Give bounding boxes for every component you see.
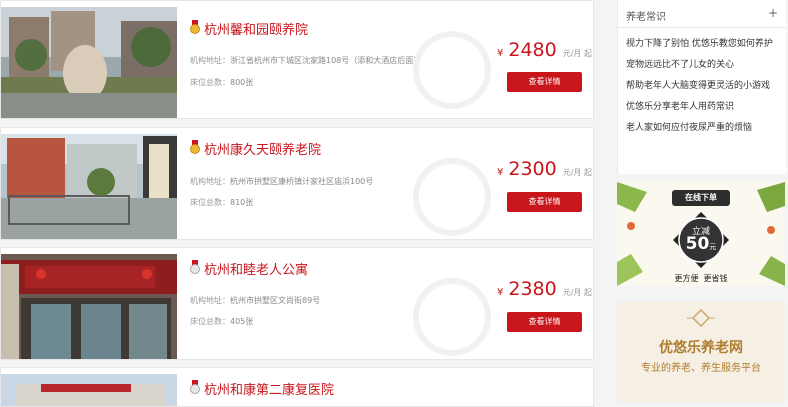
listing-price: ¥2480 元/月 起 bbox=[497, 39, 592, 61]
divider bbox=[618, 27, 786, 28]
listing-beds: 床位总数：800张 bbox=[190, 78, 254, 87]
view-details-button[interactable]: 查看详情 bbox=[507, 192, 582, 212]
view-details-button[interactable]: 查看详情 bbox=[507, 72, 582, 92]
listing-thumbnail[interactable] bbox=[1, 7, 177, 118]
listing-title[interactable]: 杭州和康第二康复医院 bbox=[204, 379, 334, 398]
brand-ad[interactable]: 优悠乐养老网 专业的养老、养生服务平台 bbox=[617, 302, 785, 402]
listing-address: 机构地址：杭州市拱墅区康桥镇计家社区庙浜100号 bbox=[190, 177, 374, 186]
listing-photo bbox=[1, 7, 177, 118]
listing-price: ¥ bbox=[497, 399, 508, 406]
listing-card[interactable]: 杭州馨和园颐养院 机构地址：浙江省杭州市下城区沈家路108号（添和大酒店后面） … bbox=[0, 0, 594, 119]
knowledge-link[interactable]: 老人家如何应付夜尿严重的烦恼 bbox=[626, 122, 780, 134]
listing-title[interactable]: 杭州和睦老人公寓 bbox=[204, 259, 308, 278]
knowledge-link[interactable]: 帮助老年人大脑变得更灵活的小游戏 bbox=[626, 80, 780, 92]
brand-name: 优悠乐养老网 bbox=[659, 340, 743, 356]
expand-icon[interactable]: + bbox=[768, 6, 778, 20]
listing-address: 机构地址：杭州市拱墅区文尚街89号 bbox=[190, 296, 321, 305]
view-details-button[interactable]: 查看详情 bbox=[507, 312, 582, 332]
promo-amount: 50元 bbox=[685, 234, 717, 254]
knowledge-link[interactable]: 视力下降了别怕 优悠乐教您如何养护 bbox=[626, 38, 780, 50]
listing-card[interactable]: 杭州康久天颐养老院 机构地址：杭州市拱墅区康桥镇计家社区庙浜100号 床位总数：… bbox=[0, 127, 594, 240]
listing-price: ¥2300 元/月 起 bbox=[497, 158, 592, 180]
knowledge-panel: 养老常识 + 视力下降了别怕 优悠乐教您如何养护 宠物远远比不了儿女的关心 帮助… bbox=[617, 0, 786, 174]
listing-title[interactable]: 杭州馨和园颐养院 bbox=[204, 19, 308, 38]
knowledge-list: 视力下降了别怕 优悠乐教您如何养护 宠物远远比不了儿女的关心 帮助老年人大脑变得… bbox=[626, 38, 780, 143]
listing-title[interactable]: 杭州康久天颐养老院 bbox=[204, 139, 321, 158]
listing-beds: 床位总数：405张 bbox=[190, 317, 254, 326]
watermark-logo bbox=[413, 278, 491, 356]
knowledge-title: 养老常识 bbox=[626, 12, 666, 23]
listing-photo bbox=[1, 134, 177, 239]
knowledge-link[interactable]: 宠物远远比不了儿女的关心 bbox=[626, 59, 780, 71]
gold-medal-icon bbox=[190, 20, 200, 34]
watermark-logo bbox=[413, 158, 491, 236]
silver-medal-icon bbox=[190, 260, 200, 274]
listing-card[interactable]: 杭州和睦老人公寓 机构地址：杭州市拱墅区文尚街89号 床位总数：405张 ¥23… bbox=[0, 247, 594, 360]
listing-thumbnail[interactable] bbox=[1, 134, 177, 239]
brand-tagline: 专业的养老、养生服务平台 bbox=[641, 363, 761, 374]
listing-photo bbox=[1, 254, 177, 359]
listing-beds: 床位总数：810张 bbox=[190, 198, 254, 207]
listing-price: ¥2380 元/月 起 bbox=[497, 278, 592, 300]
listing-thumbnail[interactable] bbox=[1, 374, 177, 406]
knowledge-link[interactable]: 优悠乐分享老年人用药常识 bbox=[626, 101, 780, 113]
listing-card[interactable]: 杭州和康第二康复医院 ¥ bbox=[0, 367, 594, 407]
listing-address: 机构地址：浙江省杭州市下城区沈家路108号（添和大酒店后面） bbox=[190, 56, 422, 65]
gold-medal-icon bbox=[190, 140, 200, 154]
promo-badge: 在线下单 bbox=[685, 193, 717, 202]
listing-photo bbox=[1, 374, 177, 406]
promo-banner[interactable]: 在线下单 立减 50元 更方便 更省钱 bbox=[617, 182, 785, 286]
listing-thumbnail[interactable] bbox=[1, 254, 177, 359]
silver-medal-icon bbox=[190, 380, 200, 394]
promo-slogan: 更方便 更省钱 bbox=[674, 274, 728, 283]
watermark-logo bbox=[413, 31, 491, 109]
